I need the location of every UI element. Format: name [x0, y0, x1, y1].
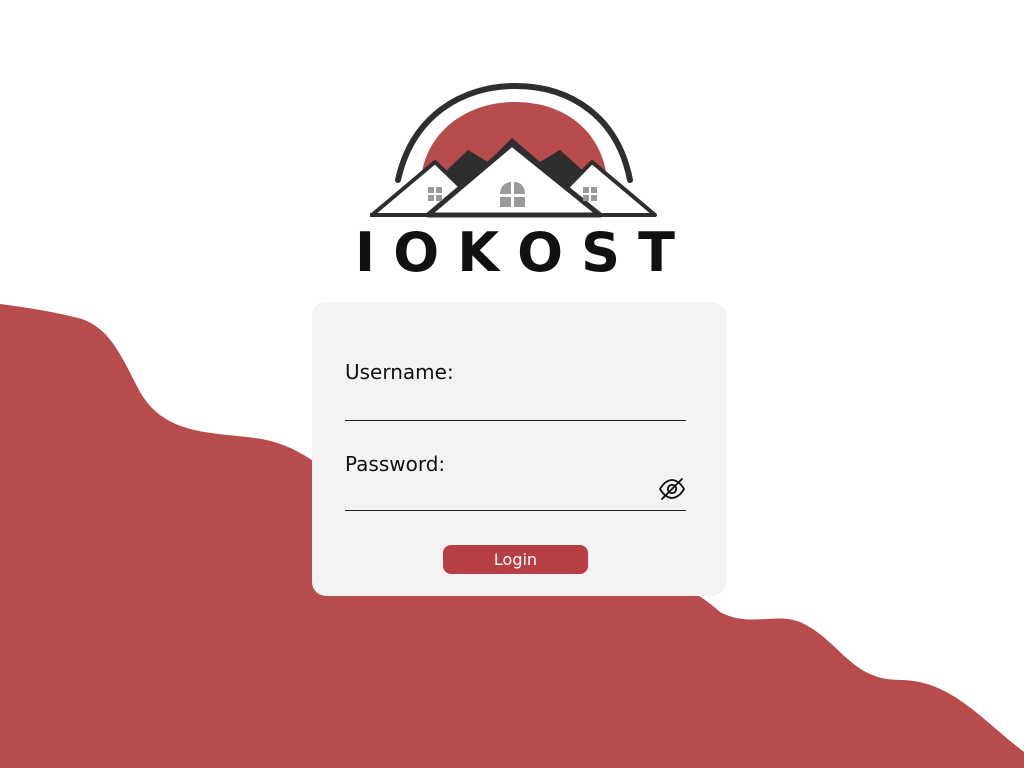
eye-slash-icon[interactable] [658, 477, 686, 501]
login-button[interactable]: Login [443, 545, 588, 574]
login-card: Username: Password: Login [312, 302, 726, 596]
username-input[interactable] [345, 392, 686, 421]
houses-roof-icon [370, 82, 657, 218]
brand-letter: K [457, 220, 500, 284]
username-label: Username: [345, 360, 454, 384]
brand-letter: O [517, 220, 564, 284]
brand-letter: T [638, 220, 675, 284]
password-label: Password: [345, 452, 446, 476]
brand-name: I O K O S T [355, 220, 675, 284]
brand-letter: O [393, 220, 440, 284]
brand-letter: I [355, 220, 376, 284]
brand-letter: S [581, 220, 621, 284]
password-input[interactable] [345, 482, 686, 511]
login-page: I O K O S T Username: Password: Login [0, 0, 1024, 768]
